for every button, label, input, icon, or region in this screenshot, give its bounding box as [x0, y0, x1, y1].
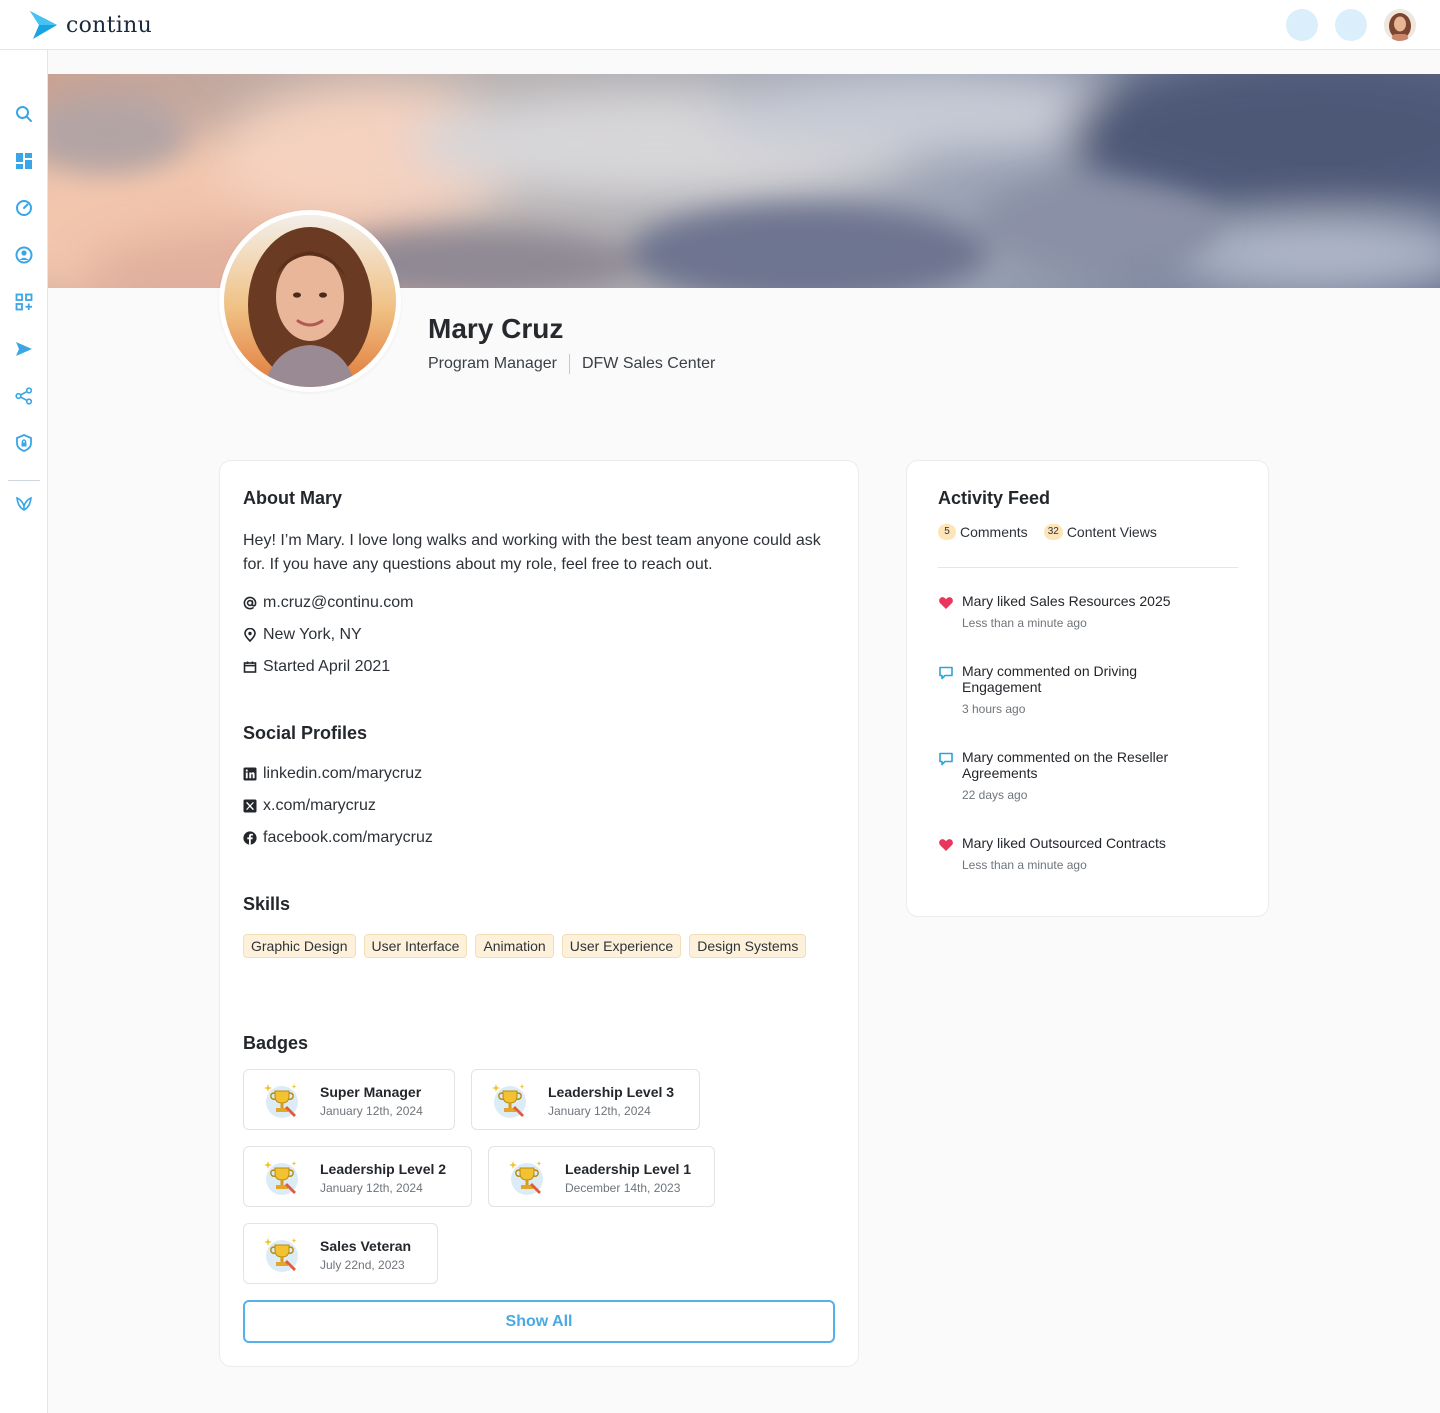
badge-name: Leadership Level 1: [565, 1161, 692, 1177]
feed-item-time: Less than a minute ago: [962, 616, 1087, 630]
apps-plus-icon[interactable]: [14, 292, 34, 312]
feed-item-text: Mary commented on the Reseller Agreement…: [962, 749, 1169, 781]
trophy-icon: [264, 1084, 298, 1118]
trophy-icon: [492, 1084, 526, 1118]
share-icon[interactable]: [14, 386, 34, 406]
badge-name: Super Manager: [320, 1084, 422, 1100]
heart-icon: [939, 839, 953, 851]
at-sign-icon: [243, 596, 257, 610]
search-icon[interactable]: [14, 104, 34, 124]
activity-feed-card: Activity Feed 5 Comments 32 Content View…: [906, 460, 1269, 917]
profile-role: Program Manager: [428, 355, 557, 372]
skill-chip[interactable]: Graphic Design: [243, 934, 356, 958]
map-pin-icon: [244, 628, 256, 642]
started-row: Started April 2021: [243, 658, 390, 676]
user-avatar[interactable]: [1384, 9, 1416, 41]
x-link[interactable]: x.com/marycruz: [263, 797, 376, 815]
profile-photo[interactable]: [219, 210, 401, 392]
badge-date: December 14th, 2023: [565, 1181, 681, 1195]
badge-date: January 12th, 2024: [548, 1104, 651, 1118]
profile-subtitle: Program Manager DFW Sales Center: [428, 354, 715, 374]
x-logo-icon: [243, 799, 257, 813]
email-row: m.cruz@continu.com: [243, 594, 414, 612]
profile-location: DFW Sales Center: [581, 355, 716, 372]
city-row: New York, NY: [243, 626, 362, 644]
x-row: x.com/marycruz: [243, 797, 376, 815]
badge-card[interactable]: Super Manager January 12th, 2024: [243, 1069, 455, 1130]
dashboard-icon[interactable]: [14, 151, 34, 171]
linkedin-link[interactable]: linkedin.com/marycruz: [263, 765, 422, 783]
social-title: Social Profiles: [243, 723, 368, 743]
feed-item-time: 3 hours ago: [962, 702, 1026, 716]
trophy-icon: [509, 1161, 543, 1195]
badge-card[interactable]: Leadership Level 3 January 12th, 2024: [471, 1069, 700, 1130]
notifications-button[interactable]: [1286, 9, 1318, 41]
badges-title: Badges: [243, 1033, 309, 1053]
badge-date: January 12th, 2024: [320, 1181, 423, 1195]
views-label[interactable]: Content Views: [1067, 524, 1157, 540]
comment-icon: [939, 752, 953, 766]
skill-chip[interactable]: Design Systems: [689, 934, 807, 958]
about-card: About Mary Hey! I’m Mary. I love long wa…: [219, 460, 859, 1367]
linkedin-icon: [243, 767, 257, 781]
about-text: Hey! I’m Mary. I love long walks and wor…: [243, 532, 821, 573]
skills-list: Graphic Design User Interface Animation …: [243, 934, 823, 958]
comment-icon: [939, 666, 953, 680]
badge-name: Leadership Level 2: [320, 1161, 447, 1177]
facebook-link[interactable]: facebook.com/marycruz: [263, 829, 433, 847]
brand-name: continu: [66, 12, 153, 38]
trophy-icon: [264, 1161, 298, 1195]
skill-chip[interactable]: User Interface: [363, 934, 468, 958]
badge-name: Sales Veteran: [320, 1238, 412, 1254]
skills-title: Skills: [243, 894, 291, 914]
comments-label[interactable]: Comments: [960, 524, 1028, 540]
user-circle-icon[interactable]: [14, 245, 34, 265]
comments-count: 5: [938, 524, 956, 540]
about-title: About Mary: [243, 488, 342, 508]
badge-card[interactable]: Leadership Level 1 December 14th, 2023: [488, 1146, 715, 1207]
top-bar: continu: [0, 0, 1440, 50]
feed-stats: 5 Comments 32 Content Views: [938, 524, 1157, 540]
city-text: New York, NY: [263, 626, 362, 643]
badge-date: July 22nd, 2023: [320, 1258, 405, 1272]
skill-chip[interactable]: User Experience: [561, 934, 682, 958]
feed-item-text: Mary commented on Driving Engagement: [962, 663, 1138, 695]
feed-item-time: Less than a minute ago: [962, 858, 1087, 872]
subtitle-separator: [568, 354, 570, 374]
feed-title: Activity Feed: [938, 488, 1051, 508]
facebook-row: facebook.com/marycruz: [243, 829, 433, 847]
profile-name: Mary Cruz: [428, 313, 564, 344]
feed-item-text: Mary liked Sales Resources 2025: [962, 593, 1171, 609]
shield-icon[interactable]: [14, 433, 34, 453]
show-all-button[interactable]: Show All: [243, 1300, 835, 1343]
trophy-icon: [264, 1238, 298, 1272]
brand-logo[interactable]: continu: [28, 10, 152, 40]
leaf-icon[interactable]: [14, 493, 34, 513]
calendar-icon: [243, 661, 257, 673]
heart-icon: [939, 597, 953, 609]
views-count: 32: [1043, 524, 1063, 540]
linkedin-row: linkedin.com/marycruz: [243, 765, 422, 783]
gauge-icon[interactable]: [14, 198, 34, 218]
send-icon[interactable]: [14, 339, 34, 359]
skill-chip[interactable]: Animation: [475, 934, 554, 958]
feed-item-time: 22 days ago: [962, 788, 1028, 802]
facebook-icon: [243, 831, 257, 845]
email-text[interactable]: m.cruz@continu.com: [263, 594, 414, 612]
sidebar: [0, 50, 48, 1413]
sidebar-divider: [8, 480, 40, 481]
badge-date: January 12th, 2024: [320, 1104, 423, 1118]
continu-logo-icon: [30, 11, 57, 39]
feed-divider: [938, 567, 1238, 568]
badge-name: Leadership Level 3: [548, 1084, 675, 1100]
badge-card[interactable]: Sales Veteran July 22nd, 2023: [243, 1223, 438, 1284]
badge-card[interactable]: Leadership Level 2 January 12th, 2024: [243, 1146, 472, 1207]
started-text: Started April 2021: [263, 658, 391, 675]
top-actions: [1286, 9, 1416, 41]
feed-item-text: Mary liked Outsourced Contracts: [962, 835, 1166, 851]
help-button[interactable]: [1335, 9, 1367, 41]
